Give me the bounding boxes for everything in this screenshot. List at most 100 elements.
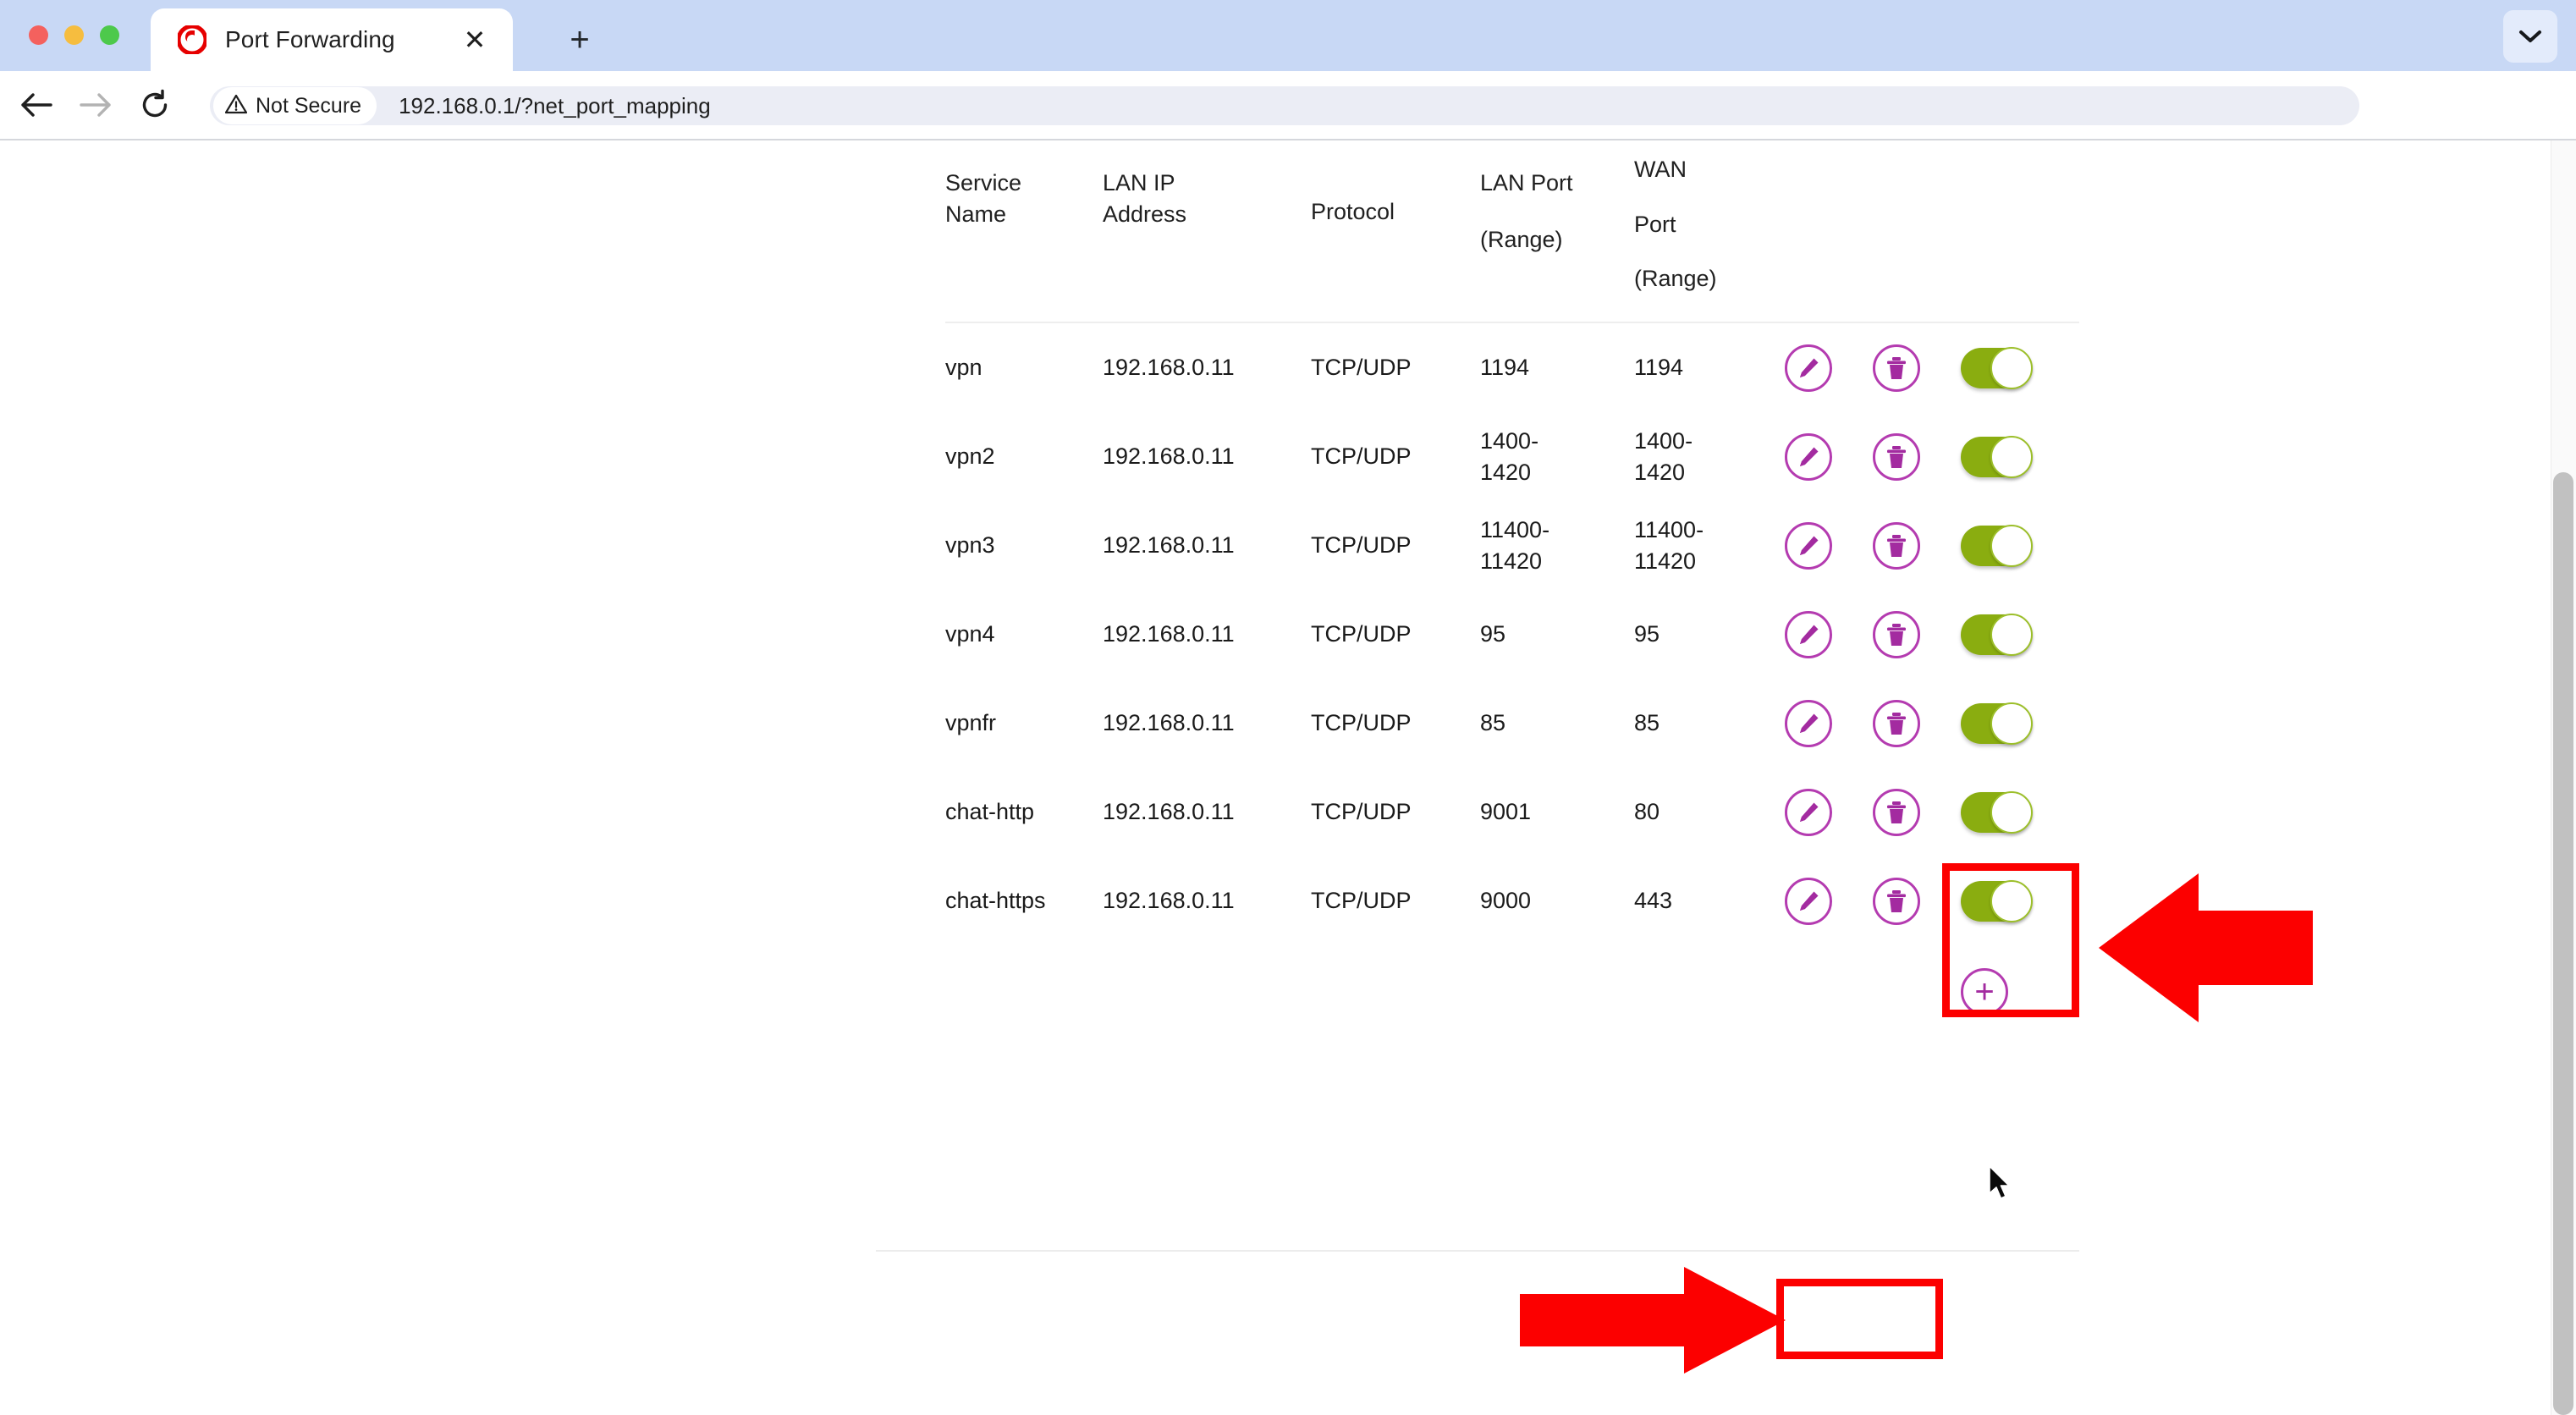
enable-toggle-switch[interactable] [1961,879,2033,922]
column-header-toggle [1961,149,2079,168]
enable-toggle-switch[interactable] [1961,346,2033,389]
browser-window: Port Forwarding ✕ + Not Secure 192.168.0… [0,0,2576,1415]
pencil-edit-icon[interactable] [1785,877,1832,925]
cell-service-name: vpn3 [945,532,995,559]
vodafone-quote-icon [176,24,208,56]
pencil-edit-icon[interactable] [1785,521,1832,570]
pencil-edit-icon[interactable] [1785,610,1832,658]
table-row: vpn3 192.168.0.11 TCP/UDP 11400- 11420 11400-… [945,501,2079,590]
column-header-edit [1785,149,1873,168]
cell-protocol: TCP/UDP [1311,355,1412,381]
enable-toggle-switch[interactable] [1961,524,2033,567]
column-header-delete [1873,149,1961,168]
cell-lan-port: 9000 [1480,888,1532,914]
column-header-protocol: Protocol [1311,199,1395,224]
cell-protocol: TCP/UDP [1311,532,1412,559]
pencil-edit-icon[interactable] [1785,788,1832,836]
cell-lan-port: 9001 [1480,799,1532,825]
minimize-window-button[interactable] [64,25,84,45]
cell-protocol: TCP/UDP [1311,443,1412,470]
cell-wan-port: 85 [1634,710,1660,736]
cell-protocol: TCP/UDP [1311,799,1412,825]
table-row: vpnfr 192.168.0.11 TCP/UDP 85 85 [945,679,2079,768]
cell-protocol: TCP/UDP [1311,888,1412,914]
table-row: chat-https 192.168.0.11 TCP/UDP 9000 443 [945,856,2079,945]
enable-toggle-switch[interactable] [1961,613,2033,656]
cell-lan-port: 1194 [1480,355,1530,381]
cell-lan-port: 95 [1480,621,1506,647]
cell-lan-port: 85 [1480,710,1506,736]
back-arrow-icon[interactable] [17,85,56,124]
column-header-lan-port-range: LAN Port (Range) [1480,170,1573,252]
trash-delete-icon[interactable] [1873,521,1920,570]
cell-lan-ip: 192.168.0.11 [1103,799,1235,825]
tab-title: Port Forwarding [225,26,395,52]
cell-lan-ip: 192.168.0.11 [1103,443,1235,470]
cell-wan-port: 11400- 11420 [1634,517,1704,574]
table-row: vpn4 192.168.0.11 TCP/UDP 95 95 [945,590,2079,679]
plus-circle-icon[interactable]: + [1961,968,2008,1016]
close-window-button[interactable] [29,25,48,45]
cell-wan-port: 1400- 1420 [1634,428,1693,485]
footer-divider [876,1250,2079,1252]
url-text[interactable]: 192.168.0.1/?net_port_mapping [399,93,711,119]
table-header-row: Service Name LAN IP Address Protocol LAN… [945,149,2079,323]
cell-wan-port: 95 [1634,621,1660,647]
table-row: vpn 192.168.0.11 TCP/UDP 1194 1194 [945,323,2079,412]
pencil-edit-icon[interactable] [1785,344,1832,392]
maximize-window-button[interactable] [100,25,119,45]
trash-delete-icon[interactable] [1873,432,1920,481]
cell-wan-port: 80 [1634,799,1660,825]
column-header-wan-port-range: WAN Port (Range) [1634,157,1717,292]
table-row: vpn2 192.168.0.11 TCP/UDP 1400- 1420 1400- 142… [945,412,2079,501]
port-forwarding-table: Service Name LAN IP Address Protocol LAN… [945,149,2079,1038]
reload-icon[interactable] [135,85,174,124]
trash-delete-icon[interactable] [1873,610,1920,658]
cell-lan-ip: 192.168.0.11 [1103,888,1235,914]
new-tab-button[interactable]: + [559,19,601,61]
pencil-edit-icon[interactable] [1785,699,1832,747]
page-viewport: Service Name LAN IP Address Protocol LAN… [0,140,2576,1415]
cell-protocol: TCP/UDP [1311,621,1412,647]
trash-delete-icon[interactable] [1873,344,1920,392]
close-tab-button[interactable]: ✕ [460,25,489,54]
cell-wan-port: 443 [1634,888,1673,914]
trash-delete-icon[interactable] [1873,699,1920,747]
page-scrollbar-track[interactable] [2551,140,2576,1415]
cell-lan-ip: 192.168.0.11 [1103,532,1235,559]
column-header-lan-ip-address: LAN IP Address [1103,170,1187,227]
column-header-service-name: Service Name [945,170,1022,227]
cell-service-name: chat-http [945,799,1035,825]
trash-delete-icon[interactable] [1873,877,1920,925]
security-status-chip[interactable]: Not Secure [213,87,377,124]
browser-tab[interactable]: Port Forwarding ✕ [151,8,513,71]
cell-lan-ip: 192.168.0.11 [1103,710,1235,736]
cell-service-name: vpnfr [945,710,997,736]
enable-toggle-switch[interactable] [1961,702,2033,745]
cell-service-name: chat-https [945,888,1046,914]
address-bar[interactable]: Not Secure 192.168.0.1/?net_port_mapping [210,86,2359,125]
mouse-pointer-arrow [1989,1165,2010,1199]
enable-toggle-switch[interactable] [1961,790,2033,834]
cell-lan-port: 1400- 1420 [1480,428,1539,485]
forward-arrow-icon[interactable] [76,85,115,124]
cell-protocol: TCP/UDP [1311,710,1412,736]
cell-lan-ip: 192.168.0.11 [1103,355,1235,381]
table-row: chat-http 192.168.0.11 TCP/UDP 9001 80 [945,768,2079,856]
chevron-down-icon[interactable] [2503,10,2557,63]
cell-lan-ip: 192.168.0.11 [1103,621,1235,647]
cell-service-name: vpn2 [945,443,995,470]
table-body: vpn 192.168.0.11 TCP/UDP 1194 1194 vpn2 192.16… [945,323,2079,945]
cell-lan-port: 11400- 11420 [1480,517,1550,574]
browser-toolbar: Not Secure 192.168.0.1/?net_port_mapping [0,71,2576,200]
window-controls [29,25,119,45]
trash-delete-icon[interactable] [1873,788,1920,836]
page-scrollbar-thumb[interactable] [2553,472,2573,1415]
security-status-label: Not Secure [256,93,362,118]
warning-triangle-icon [224,94,248,118]
tab-strip: Port Forwarding ✕ + [0,0,2576,71]
enable-toggle-switch[interactable] [1961,435,2033,478]
cell-wan-port: 1194 [1634,355,1684,381]
pencil-edit-icon[interactable] [1785,432,1832,481]
cell-service-name: vpn4 [945,621,995,647]
